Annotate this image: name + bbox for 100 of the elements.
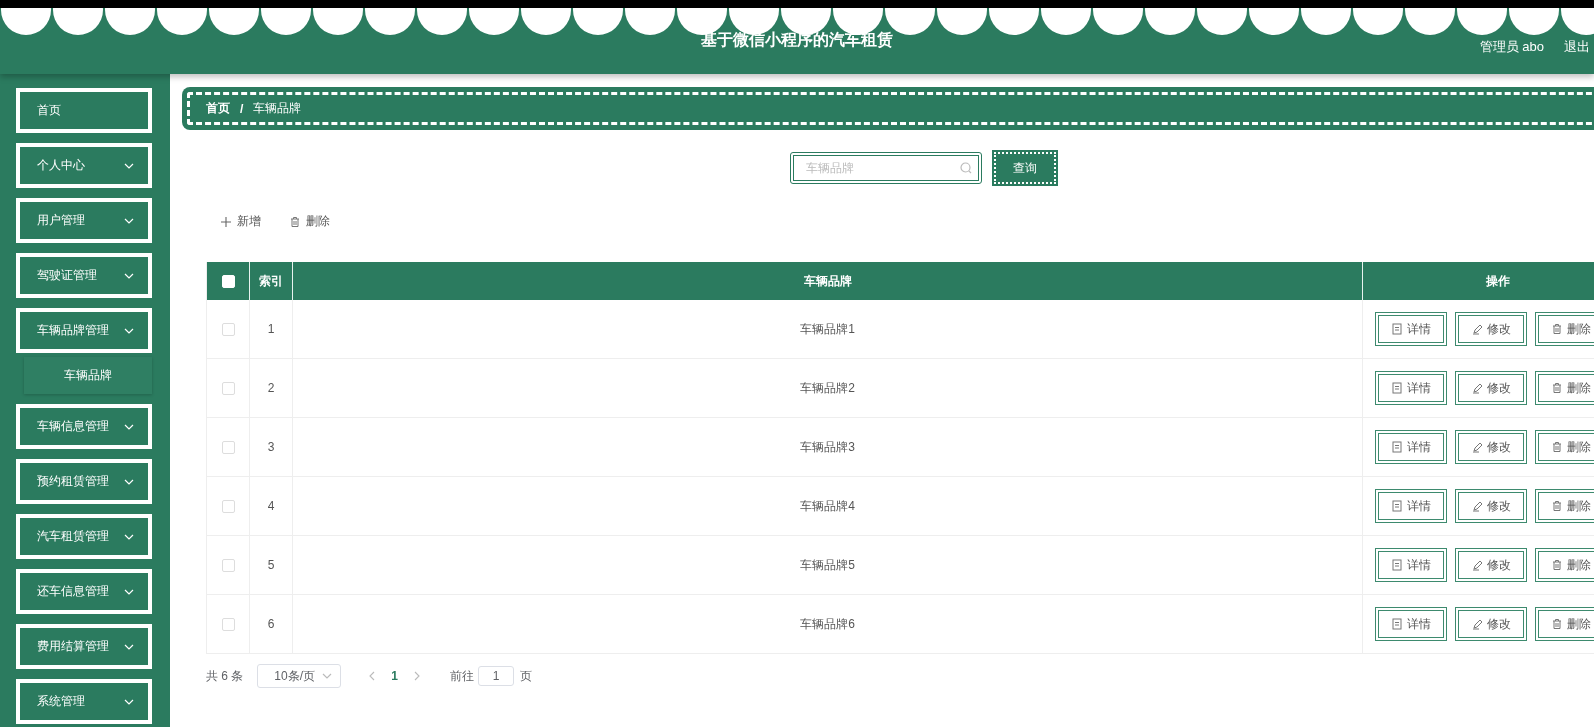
detail-button[interactable]: 详情 (1375, 430, 1447, 464)
checkbox[interactable] (221, 381, 235, 395)
sidebar-menu-item[interactable]: 费用结算管理 (16, 624, 152, 669)
logout-link[interactable]: 退出 (1564, 38, 1594, 56)
column-header: 车辆品牌 (803, 272, 852, 290)
breadcrumb-separator: / (240, 101, 244, 116)
column-header: 操作 (1486, 272, 1510, 290)
detail-button[interactable]: 详情 (1375, 312, 1447, 346)
sidebar-menu-item[interactable]: 系统管理 (16, 679, 152, 724)
sidebar-menu-item[interactable]: 个人中心 (16, 143, 152, 188)
add-button[interactable]: 新增 (214, 209, 267, 234)
chevron-down-icon (124, 643, 134, 650)
sidebar-menu-item[interactable]: 汽车租赁管理 (16, 514, 152, 559)
menu-label: 预约租赁管理 (37, 473, 110, 490)
edit-button[interactable]: 修改 (1455, 371, 1527, 405)
menu-label: 还车信息管理 (37, 583, 110, 600)
search-icon (960, 162, 972, 174)
menu-label: 系统管理 (37, 693, 86, 710)
detail-button[interactable]: 详情 (1375, 371, 1447, 405)
chevron-down-icon (124, 588, 134, 595)
delete-button[interactable]: 删除 (1535, 371, 1594, 405)
pencil-icon (1471, 382, 1483, 394)
edit-button[interactable]: 修改 (1455, 607, 1527, 641)
edit-button[interactable]: 修改 (1455, 489, 1527, 523)
checkbox[interactable] (221, 322, 235, 336)
table-cell: 3 (267, 440, 275, 454)
breadcrumb-link[interactable]: 车辆品牌 (253, 100, 302, 117)
menu-label: 用户管理 (37, 212, 86, 229)
user-label: 管理员 abo (1479, 38, 1544, 56)
menu-label: 驾驶证管理 (37, 267, 98, 284)
select-value: 10条/页 (274, 667, 316, 685)
column-header: 索引 (259, 272, 283, 290)
chevron-down-icon (124, 217, 134, 224)
trash-icon (1551, 323, 1563, 335)
table-cell: 2 (267, 381, 275, 395)
detail-button[interactable]: 详情 (1375, 607, 1447, 641)
pencil-icon (1471, 500, 1483, 512)
page-input[interactable]: 1 (478, 666, 515, 686)
edit-button[interactable]: 修改 (1455, 548, 1527, 582)
sidebar-menu-item[interactable]: 车辆信息管理 (16, 404, 152, 449)
search-field[interactable]: 车辆品牌 (790, 152, 982, 184)
chevron-down-icon (124, 423, 134, 430)
sidebar-menu-item[interactable]: 车辆品牌管理 (16, 308, 152, 353)
menu-label: 汽车租赁管理 (37, 528, 110, 545)
chevron-down-icon (124, 533, 134, 540)
sidebar-menu-item[interactable]: 还车信息管理 (16, 569, 152, 614)
submenu-item[interactable]: 车辆品牌 (24, 357, 152, 394)
sidebar-menu-item[interactable]: 预约租赁管理 (16, 459, 152, 504)
chevron-down-icon (124, 272, 134, 279)
document-icon (1391, 618, 1403, 630)
checkbox[interactable] (221, 617, 235, 631)
breadcrumb-link[interactable]: 首页 (206, 100, 230, 117)
pencil-icon (1471, 618, 1483, 630)
checkbox[interactable] (221, 440, 235, 454)
pencil-icon (1471, 559, 1483, 571)
chevron-down-icon (322, 673, 333, 679)
document-icon (1391, 382, 1403, 394)
page-suffix: 页 (520, 667, 533, 685)
menu-label: 个人中心 (37, 157, 86, 174)
edit-button[interactable]: 修改 (1455, 430, 1527, 464)
page-size-select[interactable]: 10条/页 (257, 664, 342, 688)
detail-button[interactable]: 详情 (1375, 548, 1447, 582)
trash-icon (1551, 382, 1563, 394)
document-icon (1391, 559, 1403, 571)
edit-button[interactable]: 修改 (1455, 312, 1527, 346)
prev-page-icon[interactable] (369, 671, 376, 681)
table-cell: 车辆品牌3 (800, 438, 855, 456)
delete-button[interactable]: 删除 (1535, 607, 1594, 641)
page-number[interactable]: 1 (391, 669, 399, 683)
menu-label: 车辆信息管理 (37, 418, 110, 435)
chevron-down-icon (124, 327, 134, 334)
delete-button[interactable]: 删除 (1535, 430, 1594, 464)
sidebar-menu-item[interactable]: 首页 (16, 88, 152, 133)
goto-label: 前往 (450, 667, 475, 685)
sidebar-menu-item[interactable]: 用户管理 (16, 198, 152, 243)
table-cell: 4 (267, 499, 275, 513)
trash-icon (1551, 441, 1563, 453)
table-cell: 6 (267, 617, 275, 631)
document-icon (1391, 500, 1403, 512)
query-button[interactable]: 查询 (994, 152, 1056, 184)
chevron-down-icon (124, 162, 134, 169)
document-icon (1391, 323, 1403, 335)
delete-button[interactable]: 删除 (1535, 548, 1594, 582)
plus-icon (220, 215, 232, 228)
checkbox[interactable] (221, 558, 235, 572)
delete-button[interactable]: 删除 (283, 209, 336, 234)
next-page-icon[interactable] (414, 671, 421, 681)
table-cell: 5 (267, 558, 275, 572)
checkbox[interactable] (221, 499, 235, 513)
menu-label: 费用结算管理 (37, 638, 110, 655)
table-cell: 车辆品牌4 (800, 497, 855, 515)
table-cell: 车辆品牌5 (800, 556, 855, 574)
pencil-icon (1471, 323, 1483, 335)
delete-button[interactable]: 删除 (1535, 489, 1594, 523)
sidebar-menu-item[interactable]: 驾驶证管理 (16, 253, 152, 298)
trash-icon (1551, 559, 1563, 571)
detail-button[interactable]: 详情 (1375, 489, 1447, 523)
table-cell: 车辆品牌1 (800, 320, 855, 338)
trash-icon (1551, 618, 1563, 630)
delete-button[interactable]: 删除 (1535, 312, 1594, 346)
